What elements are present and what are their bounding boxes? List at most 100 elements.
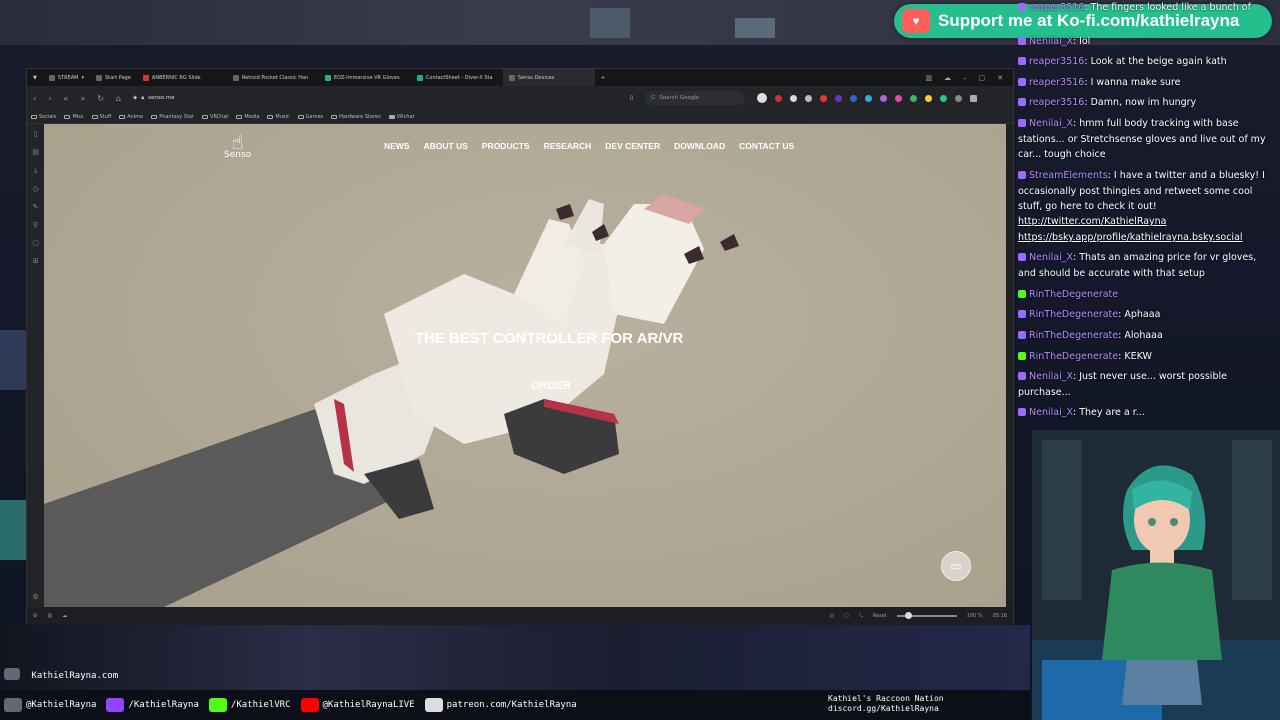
senso-webpage: ☝ Senso NEWS ABOUT US PRODUCTS RESEARCH … bbox=[44, 124, 1006, 607]
bookmarks-panel-icon[interactable]: ▯ bbox=[34, 130, 38, 138]
bookmark-folder[interactable]: Music bbox=[267, 114, 290, 120]
discord-label: Kathiel's Raccoon Nation discord.gg/Kath… bbox=[828, 694, 944, 713]
nav-news[interactable]: NEWS bbox=[384, 141, 410, 151]
bookmark-folder[interactable]: Hardware Stores bbox=[331, 114, 381, 120]
bookmark-icon[interactable]: ▯ bbox=[630, 95, 633, 101]
tab-eoz[interactable]: EOZ-Immersive VR Gloves bbox=[319, 69, 411, 86]
reload-icon[interactable]: ↻ bbox=[97, 94, 104, 103]
maximize-icon[interactable]: ▢ bbox=[979, 74, 986, 82]
extension-icon[interactable] bbox=[910, 94, 917, 102]
minimize-icon[interactable]: – bbox=[963, 74, 967, 82]
tab-stream[interactable]: STREAM ▾ bbox=[43, 69, 90, 86]
image-toggle-icon[interactable]: ⤡ bbox=[859, 613, 863, 619]
extension-icon[interactable] bbox=[925, 94, 932, 102]
history-icon[interactable]: ◷ bbox=[32, 185, 38, 193]
extension-icon[interactable] bbox=[880, 94, 887, 102]
avatar-icon bbox=[4, 698, 22, 712]
panel-icon[interactable] bbox=[970, 94, 977, 102]
chat-widget-button[interactable]: ▭ bbox=[941, 551, 971, 581]
hand-logo-icon: ☝ bbox=[231, 130, 244, 154]
tab-start-page[interactable]: Start Page bbox=[90, 69, 137, 86]
home-icon[interactable]: ⌂ bbox=[116, 94, 121, 103]
bookmark-folder[interactable]: Anime bbox=[119, 114, 143, 120]
reading-list-icon[interactable]: ▤ bbox=[32, 148, 39, 156]
folder-icon bbox=[202, 114, 209, 119]
settings-icon[interactable]: ⚙ bbox=[33, 613, 37, 619]
senso-logo[interactable]: ☝ Senso bbox=[224, 130, 251, 160]
cloud-sync-icon[interactable]: ☁ bbox=[62, 613, 67, 619]
extension-icon[interactable] bbox=[940, 94, 947, 102]
chat-message: Nenilai_X: They are a r... bbox=[1014, 405, 1280, 421]
sub-badge-icon bbox=[1018, 372, 1026, 380]
extension-icon[interactable] bbox=[835, 94, 842, 102]
bookmark-link[interactable]: VRchat bbox=[388, 114, 415, 120]
extension-icon[interactable] bbox=[850, 94, 857, 102]
nav-dev-center[interactable]: DEV CENTER bbox=[605, 141, 660, 151]
downloads-icon[interactable]: ⤓ bbox=[34, 166, 37, 175]
search-input[interactable]: G Search Google bbox=[645, 91, 745, 105]
new-tab-button[interactable]: + bbox=[595, 69, 611, 86]
chat-link[interactable]: https://bsky.app/profile/kathielrayna.bs… bbox=[1014, 230, 1280, 246]
tab-contactsheet[interactable]: ContactSheet - Diver-X Sta bbox=[411, 69, 503, 86]
social-youtube: @KathielRaynaLIVE bbox=[300, 698, 415, 712]
extension-icon[interactable] bbox=[820, 94, 827, 102]
extension-icon[interactable] bbox=[955, 94, 962, 102]
capture-icon[interactable]: ◎ bbox=[830, 613, 834, 619]
sub-badge-icon bbox=[1018, 331, 1026, 339]
forward-icon[interactable]: › bbox=[48, 94, 51, 103]
chat-message: reaper3516: Look at the beige again kath bbox=[1014, 54, 1280, 70]
chat-message: RinTheDegenerate bbox=[1014, 287, 1280, 303]
translate-icon[interactable]: ⚲ bbox=[33, 221, 38, 229]
chat-message: StreamElements: I have a twitter and a b… bbox=[1018, 170, 1265, 212]
extension-icon[interactable] bbox=[805, 94, 812, 102]
fast-forward-icon[interactable]: » bbox=[80, 94, 85, 103]
add-panel-icon[interactable]: ⊞ bbox=[33, 257, 39, 265]
bookmark-folder[interactable]: Misc bbox=[64, 114, 84, 120]
nav-download[interactable]: DOWNLOAD bbox=[674, 141, 725, 151]
close-icon[interactable]: ✕ bbox=[997, 74, 1003, 82]
tab-retroid[interactable]: Retroid Pocket Classic Han bbox=[227, 69, 319, 86]
tile-icon[interactable]: ▢ bbox=[844, 613, 849, 619]
kick-badge-icon bbox=[1018, 290, 1026, 298]
back-icon[interactable]: ‹ bbox=[33, 94, 36, 103]
bookmark-folder[interactable]: Socials bbox=[31, 114, 56, 120]
zoom-slider-thumb[interactable] bbox=[904, 612, 912, 619]
bookmark-folder[interactable]: Phantasy Star bbox=[151, 114, 194, 120]
notes-icon[interactable]: ✎ bbox=[33, 203, 39, 211]
nav-about-us[interactable]: ABOUT US bbox=[424, 141, 468, 151]
extension-icon[interactable] bbox=[790, 94, 797, 102]
kick-badge-icon bbox=[1018, 352, 1026, 360]
bookmark-folder[interactable]: Media bbox=[236, 114, 259, 120]
chat-panel-icon[interactable]: ▢ bbox=[32, 239, 39, 247]
cloud-icon[interactable]: ☁ bbox=[944, 74, 951, 82]
zoom-slider[interactable] bbox=[896, 612, 957, 619]
extension-icon[interactable] bbox=[895, 94, 902, 102]
extension-icon[interactable] bbox=[865, 94, 872, 102]
stream-layout: ▼ STREAM ▾ Start Page ANBERNIC RG Slide R… bbox=[0, 0, 1280, 720]
bookmark-folder[interactable]: VRChat bbox=[202, 114, 228, 120]
bookmark-folder[interactable]: Stuff bbox=[91, 114, 111, 120]
extension-icon[interactable] bbox=[775, 94, 782, 102]
settings-icon[interactable]: ⚙ bbox=[32, 593, 38, 601]
window-controls: ▥ ☁ – ▢ ✕ bbox=[925, 74, 1013, 82]
tab-senso[interactable]: Senso Devices bbox=[502, 69, 595, 86]
tab-menu[interactable]: ▼ bbox=[27, 69, 43, 86]
sub-badge-icon bbox=[1018, 310, 1026, 318]
chat-link[interactable]: http://twitter.com/KathielRayna bbox=[1014, 214, 1276, 230]
social-patreon: patreon.com/KathielRayna bbox=[424, 698, 577, 712]
trash-icon[interactable]: ▥ bbox=[925, 74, 932, 82]
panel-toggle-icon[interactable]: ▥ bbox=[47, 613, 52, 619]
chat-message: Nenilai_X: hmm full body tracking with b… bbox=[1018, 118, 1266, 160]
nav-products[interactable]: PRODUCTS bbox=[482, 141, 530, 151]
address-bar[interactable]: ◈ 🔒︎ senso.me ▯ bbox=[133, 91, 633, 105]
profile-icon[interactable] bbox=[757, 93, 767, 103]
sub-badge-icon bbox=[1018, 78, 1026, 86]
nav-research[interactable]: RESEARCH bbox=[544, 141, 592, 151]
order-button[interactable]: ORDER bbox=[514, 380, 588, 392]
tab-anbernic[interactable]: ANBERNIC RG Slide bbox=[137, 69, 227, 86]
rewind-icon[interactable]: « bbox=[63, 94, 68, 103]
chat-message: Nenilai_X: lol bbox=[1014, 34, 1280, 50]
bookmark-folder[interactable]: Games bbox=[297, 114, 323, 120]
nav-contact-us[interactable]: CONTACT US bbox=[739, 141, 794, 151]
zoom-reset[interactable]: Reset bbox=[873, 613, 887, 619]
